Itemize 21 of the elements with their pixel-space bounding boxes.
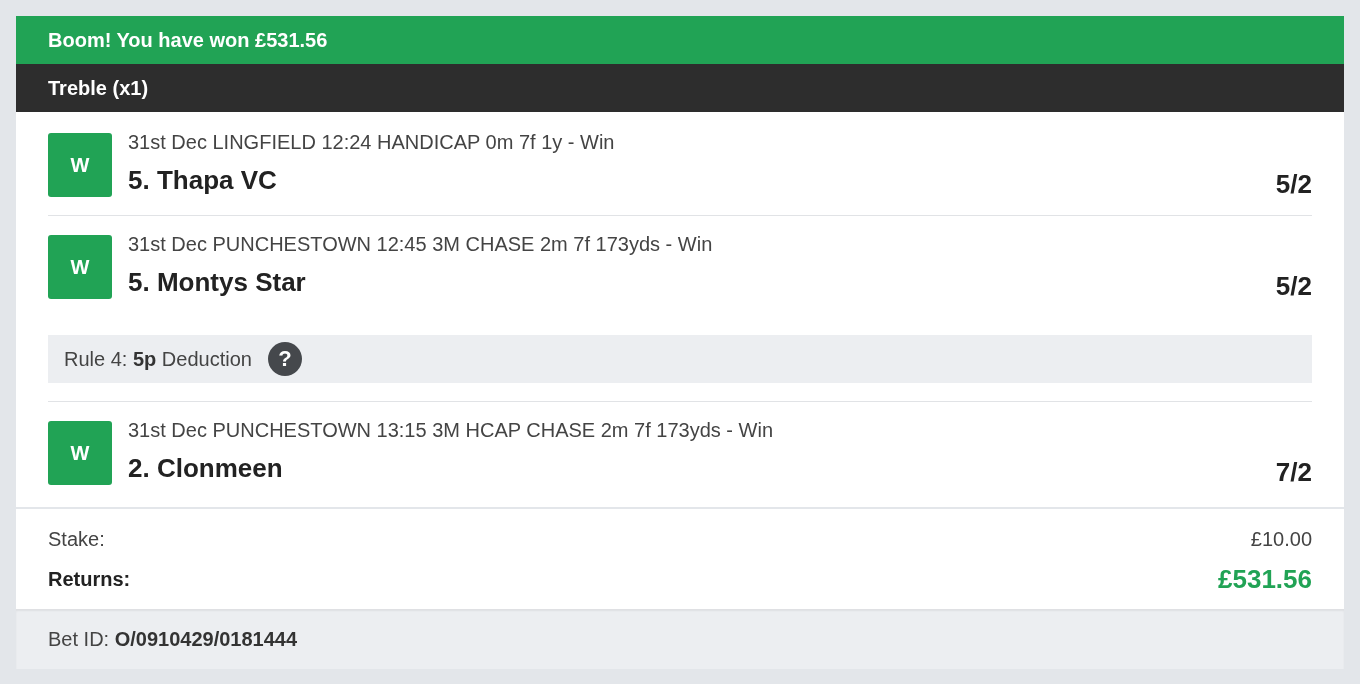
win-banner: Boom! You have won £531.56 xyxy=(16,16,1344,64)
returns-label: Returns: xyxy=(48,567,131,592)
stake-label: Stake: xyxy=(48,527,105,551)
event-details: 31st Dec PUNCHESTOWN 12:45 3M CHASE 2m 7f 173yds - Win xyxy=(128,232,713,256)
odds: 5/2 xyxy=(1275,168,1312,200)
bet-id-bar: Bet ID: O/0910429/0181444 xyxy=(16,609,1344,669)
help-button[interactable]: ? xyxy=(267,342,302,376)
result-badge: W xyxy=(48,235,112,299)
odds: 5/2 xyxy=(1275,270,1312,302)
event-details: 31st Dec PUNCHESTOWN 13:15 3M HCAP CHASE 2m 7f 173yds - Win xyxy=(128,418,774,442)
result-badge: W xyxy=(48,421,112,485)
runner-name: 5. Thapa VC xyxy=(128,164,277,196)
runner-name: 2. Clonmeen xyxy=(128,452,283,484)
result-badge: W xyxy=(48,133,112,197)
runner-name: 5. Montys Star xyxy=(128,266,306,298)
deduction-text: Rule 4: 5p Deduction xyxy=(64,347,252,371)
event-details: 31st Dec LINGFIELD 12:24 HANDICAP 0m 7f 1y - Win xyxy=(128,130,615,154)
stake-amount: £10.00 xyxy=(1250,527,1312,551)
bet-type-bar: Treble (x1) xyxy=(16,64,1344,112)
odds: 7/2 xyxy=(1275,456,1312,488)
returns-amount: £531.56 xyxy=(1218,563,1312,595)
